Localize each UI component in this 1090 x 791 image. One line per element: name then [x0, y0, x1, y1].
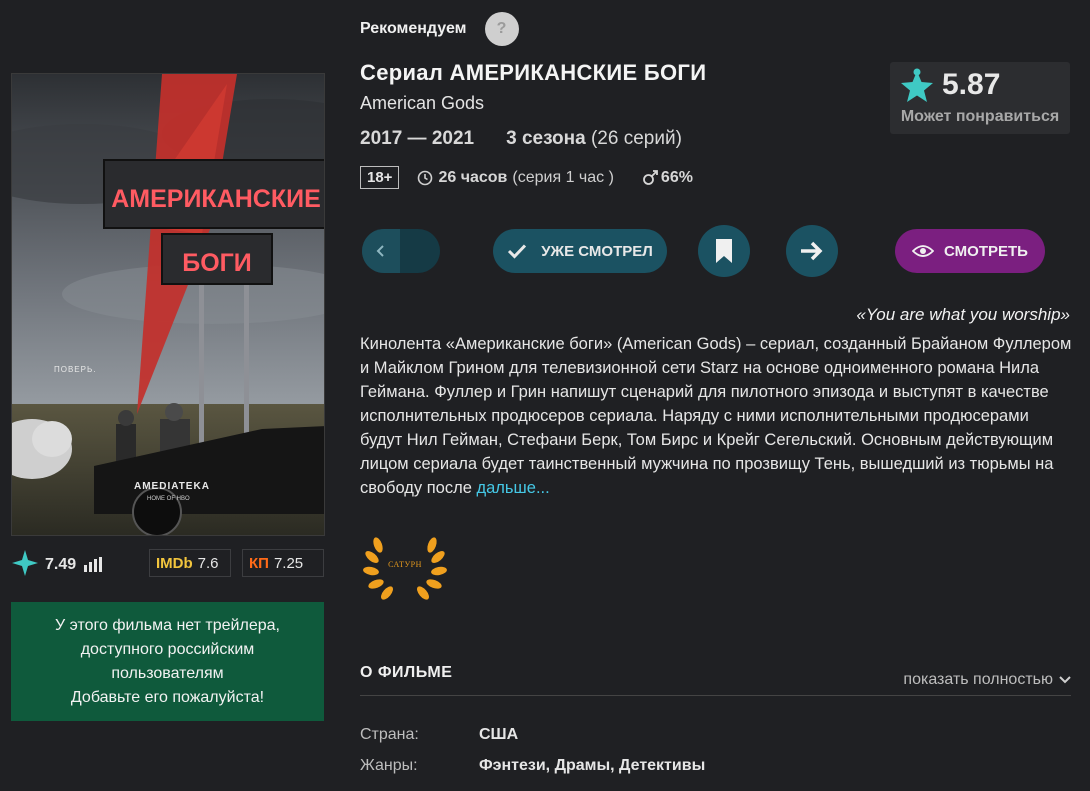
ratings-row: 7.49 IMDb 7.6 КП 7.25	[11, 548, 325, 578]
male-icon	[643, 170, 658, 185]
country-label: Страна:	[360, 726, 419, 743]
recommend-label: Рекомендуем	[360, 20, 467, 37]
eye-icon	[912, 245, 935, 257]
country-value[interactable]: США	[479, 726, 518, 744]
about-heading: О ФИЛЬМЕ	[360, 664, 453, 681]
duration-total: 26 часов	[438, 168, 508, 186]
imdb-rating[interactable]: IMDb 7.6	[149, 549, 231, 577]
person-star-icon	[901, 68, 933, 102]
description-text: Кинолента «Американские боги» (American …	[360, 335, 1072, 497]
share-button[interactable]	[786, 225, 838, 277]
kp-rating[interactable]: КП 7.25	[242, 549, 324, 577]
arrow-right-icon	[801, 241, 823, 261]
description: Кинолента «Американские боги» (American …	[360, 332, 1075, 500]
bookmark-button[interactable]	[698, 225, 750, 277]
seasons-count[interactable]: 3 сезона	[506, 128, 586, 149]
duration-per-episode: (серия 1 час )	[512, 168, 614, 186]
info-row-genres: Жанры: Фэнтези, Драмы, Детективы	[360, 757, 705, 775]
recommend-block: Рекомендуем ?	[360, 12, 519, 46]
about-header: О ФИЛЬМЕ показать полностью	[360, 664, 1071, 696]
trailer-notice-line2: доступного российским	[80, 640, 255, 658]
trailer-notice[interactable]: У этого фильма нет трейлера, доступного …	[11, 602, 324, 721]
slogan: «You are what you worship»	[856, 305, 1070, 324]
male-share: 66%	[660, 168, 693, 186]
info-row-country: Страна: США	[360, 726, 518, 744]
kp-label: КП	[249, 554, 269, 572]
male-audience: 66%	[642, 169, 693, 187]
award-name: САТУРН	[388, 560, 422, 569]
poster[interactable]: АМЕРИКАНСКИЕ БОГИ ПОВЕРЬ. AMEDIATEKA HOM…	[11, 73, 325, 536]
kp-value: 7.25	[273, 554, 304, 572]
poster-tagline: ПОВЕРЬ.	[54, 365, 96, 374]
poster-brand-sub: HOME OF HBO	[147, 496, 190, 502]
years-line: 2017 — 2021 3 сезона (26 серий)	[360, 128, 682, 150]
poster-brand: AMEDIATEKA	[134, 481, 210, 492]
site-rating-value: 7.49	[45, 556, 77, 573]
poster-sign-line1: АМЕРИКАНСКИЕ	[111, 185, 321, 213]
trailer-notice-line4: Добавьте его пожалуйста!	[70, 688, 265, 706]
watch-button[interactable]: СМОТРЕТЬ	[895, 229, 1045, 273]
years: 2017 — 2021	[360, 128, 475, 149]
score-caption: Может понравиться	[900, 108, 1060, 125]
original-title: American Gods	[360, 93, 485, 113]
meta-line: 18+ 26 часов (серия 1 час ) 66%	[360, 166, 693, 189]
prev-segment-button[interactable]	[362, 229, 440, 273]
show-full-button[interactable]: показать полностью	[903, 664, 1071, 695]
chevron-left-button[interactable]	[362, 229, 400, 273]
help-icon[interactable]: ?	[484, 12, 519, 46]
watched-button[interactable]: УЖЕ СМОТРЕЛ	[493, 229, 667, 273]
site-rating[interactable]: 7.49	[11, 549, 149, 577]
check-icon	[508, 244, 527, 259]
poster-image: АМЕРИКАНСКИЕ БОГИ ПОВЕРЬ. AMEDIATEKA HOM…	[12, 74, 324, 535]
genres-label: Жанры:	[360, 757, 418, 774]
award-saturn[interactable]: САТУРН	[362, 531, 448, 606]
laurel-wreath-icon: САТУРН	[363, 537, 447, 600]
chevron-down-icon	[1059, 675, 1071, 683]
chevron-left-icon	[376, 245, 384, 257]
watch-label: СМОТРЕТЬ	[944, 242, 1028, 260]
read-more-link[interactable]: дальше...	[477, 479, 550, 497]
duration: 26 часов (серия 1 час )	[417, 168, 614, 187]
episodes-count: (26 серий)	[590, 128, 682, 149]
rating-bars-icon	[84, 556, 103, 572]
watched-label: УЖЕ СМОТРЕЛ	[541, 242, 653, 260]
score-value: 5.87	[942, 68, 1001, 101]
bookmark-icon	[716, 239, 732, 263]
action-bar: УЖЕ СМОТРЕЛ СМОТРЕТЬ	[0, 225, 1090, 277]
trailer-notice-line3: пользователям	[111, 664, 224, 682]
trailer-notice-line1: У этого фильма нет трейлера,	[55, 616, 280, 634]
clock-icon	[418, 170, 433, 185]
show-full-label: показать полностью	[903, 670, 1053, 688]
page-title: Сериал АМЕРИКАНСКИЕ БОГИ	[360, 60, 707, 85]
age-rating-badge: 18+	[360, 166, 400, 189]
imdb-label: IMDb	[156, 554, 193, 572]
genres-value[interactable]: Фэнтези, Драмы, Детективы	[479, 757, 705, 775]
sparkle-star-icon	[12, 550, 38, 576]
imdb-value: 7.6	[197, 554, 219, 572]
score-box[interactable]: 5.87 Может понравиться	[890, 62, 1070, 134]
